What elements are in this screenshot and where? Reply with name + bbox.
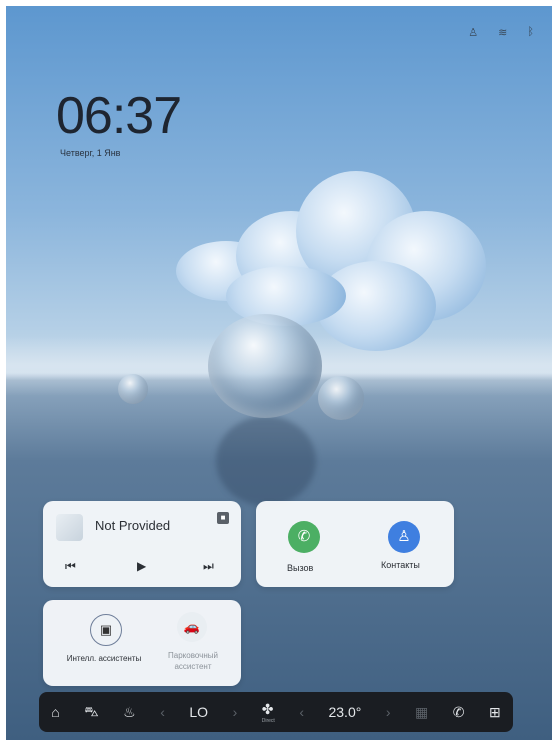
call-button[interactable]: ✆	[288, 521, 320, 553]
contacts-label: Контакты	[381, 560, 420, 570]
phone-widget: ✆ Вызов ♙ Контакты	[256, 501, 454, 587]
temp-decrease-arrow[interactable]: ‹	[299, 704, 304, 720]
car-icon[interactable]: ⛍	[84, 703, 98, 722]
fan-increase-arrow[interactable]: ›	[233, 704, 238, 720]
media-widget[interactable]: Not Provided ■ ⏮ ▶ ⏭	[43, 501, 241, 587]
status-bar: ♙ ≋ ᛒ	[468, 26, 534, 39]
media-title: Not Provided	[95, 518, 171, 533]
user-icon[interactable]: ♙	[468, 26, 478, 39]
temperature-value: 23.0°	[328, 704, 362, 720]
contacts-button[interactable]: ♙	[388, 521, 420, 553]
play-icon[interactable]: ▶	[137, 559, 146, 573]
bottom-dock: ⌂ ⛍ ♨ ‹ LO › ✤ Direct ‹ 23.0° › ▦ ✆ ⊞	[39, 692, 513, 732]
fan-level: LO	[189, 704, 209, 720]
fan-icon[interactable]: ✤ Direct	[262, 701, 275, 724]
home-icon[interactable]: ⌂	[51, 704, 59, 720]
parking-assistant-icon[interactable]: 🚗	[177, 612, 207, 642]
wallpaper-sphere-large	[208, 314, 322, 418]
next-track-icon[interactable]: ⏭	[203, 559, 214, 574]
apps-grid-icon[interactable]: ⊞	[489, 704, 501, 721]
signal-icon: ≋	[498, 27, 508, 39]
home-screen: ♙ ≋ ᛒ 06:37 Четверг, 1 Янв Not Provided …	[6, 6, 552, 740]
intelligent-assistant-label[interactable]: Интелл. ассистенты	[49, 653, 159, 664]
temp-increase-arrow[interactable]: ›	[386, 704, 391, 720]
bluetooth-icon: ᛒ	[527, 26, 534, 38]
fan-decrease-arrow[interactable]: ‹	[160, 704, 165, 720]
parking-assistant-label[interactable]: Парковочный ассистент	[153, 650, 233, 672]
sphere-reflection	[216, 416, 316, 506]
rear-defrost-icon[interactable]: ▦	[415, 704, 428, 721]
wallpaper-cloud	[166, 171, 496, 361]
fan-mode-label: Direct	[261, 717, 275, 724]
wallpaper-sphere-small	[118, 374, 148, 404]
intelligent-assistant-icon[interactable]: ▣	[90, 614, 122, 646]
clock-date: Четверг, 1 Янв	[60, 148, 121, 158]
defrost-icon[interactable]: ♨	[123, 704, 136, 721]
call-label: Вызов	[287, 563, 314, 573]
clock-time: 06:37	[56, 87, 182, 145]
album-art	[56, 514, 83, 541]
previous-track-icon[interactable]: ⏮	[65, 559, 76, 574]
phone-icon[interactable]: ✆	[453, 704, 465, 721]
media-source-icon[interactable]: ■	[217, 512, 229, 524]
assistants-widget: ▣ Интелл. ассистенты 🚗 Парковочный ассис…	[43, 600, 241, 686]
wallpaper-sphere-medium	[318, 376, 364, 420]
